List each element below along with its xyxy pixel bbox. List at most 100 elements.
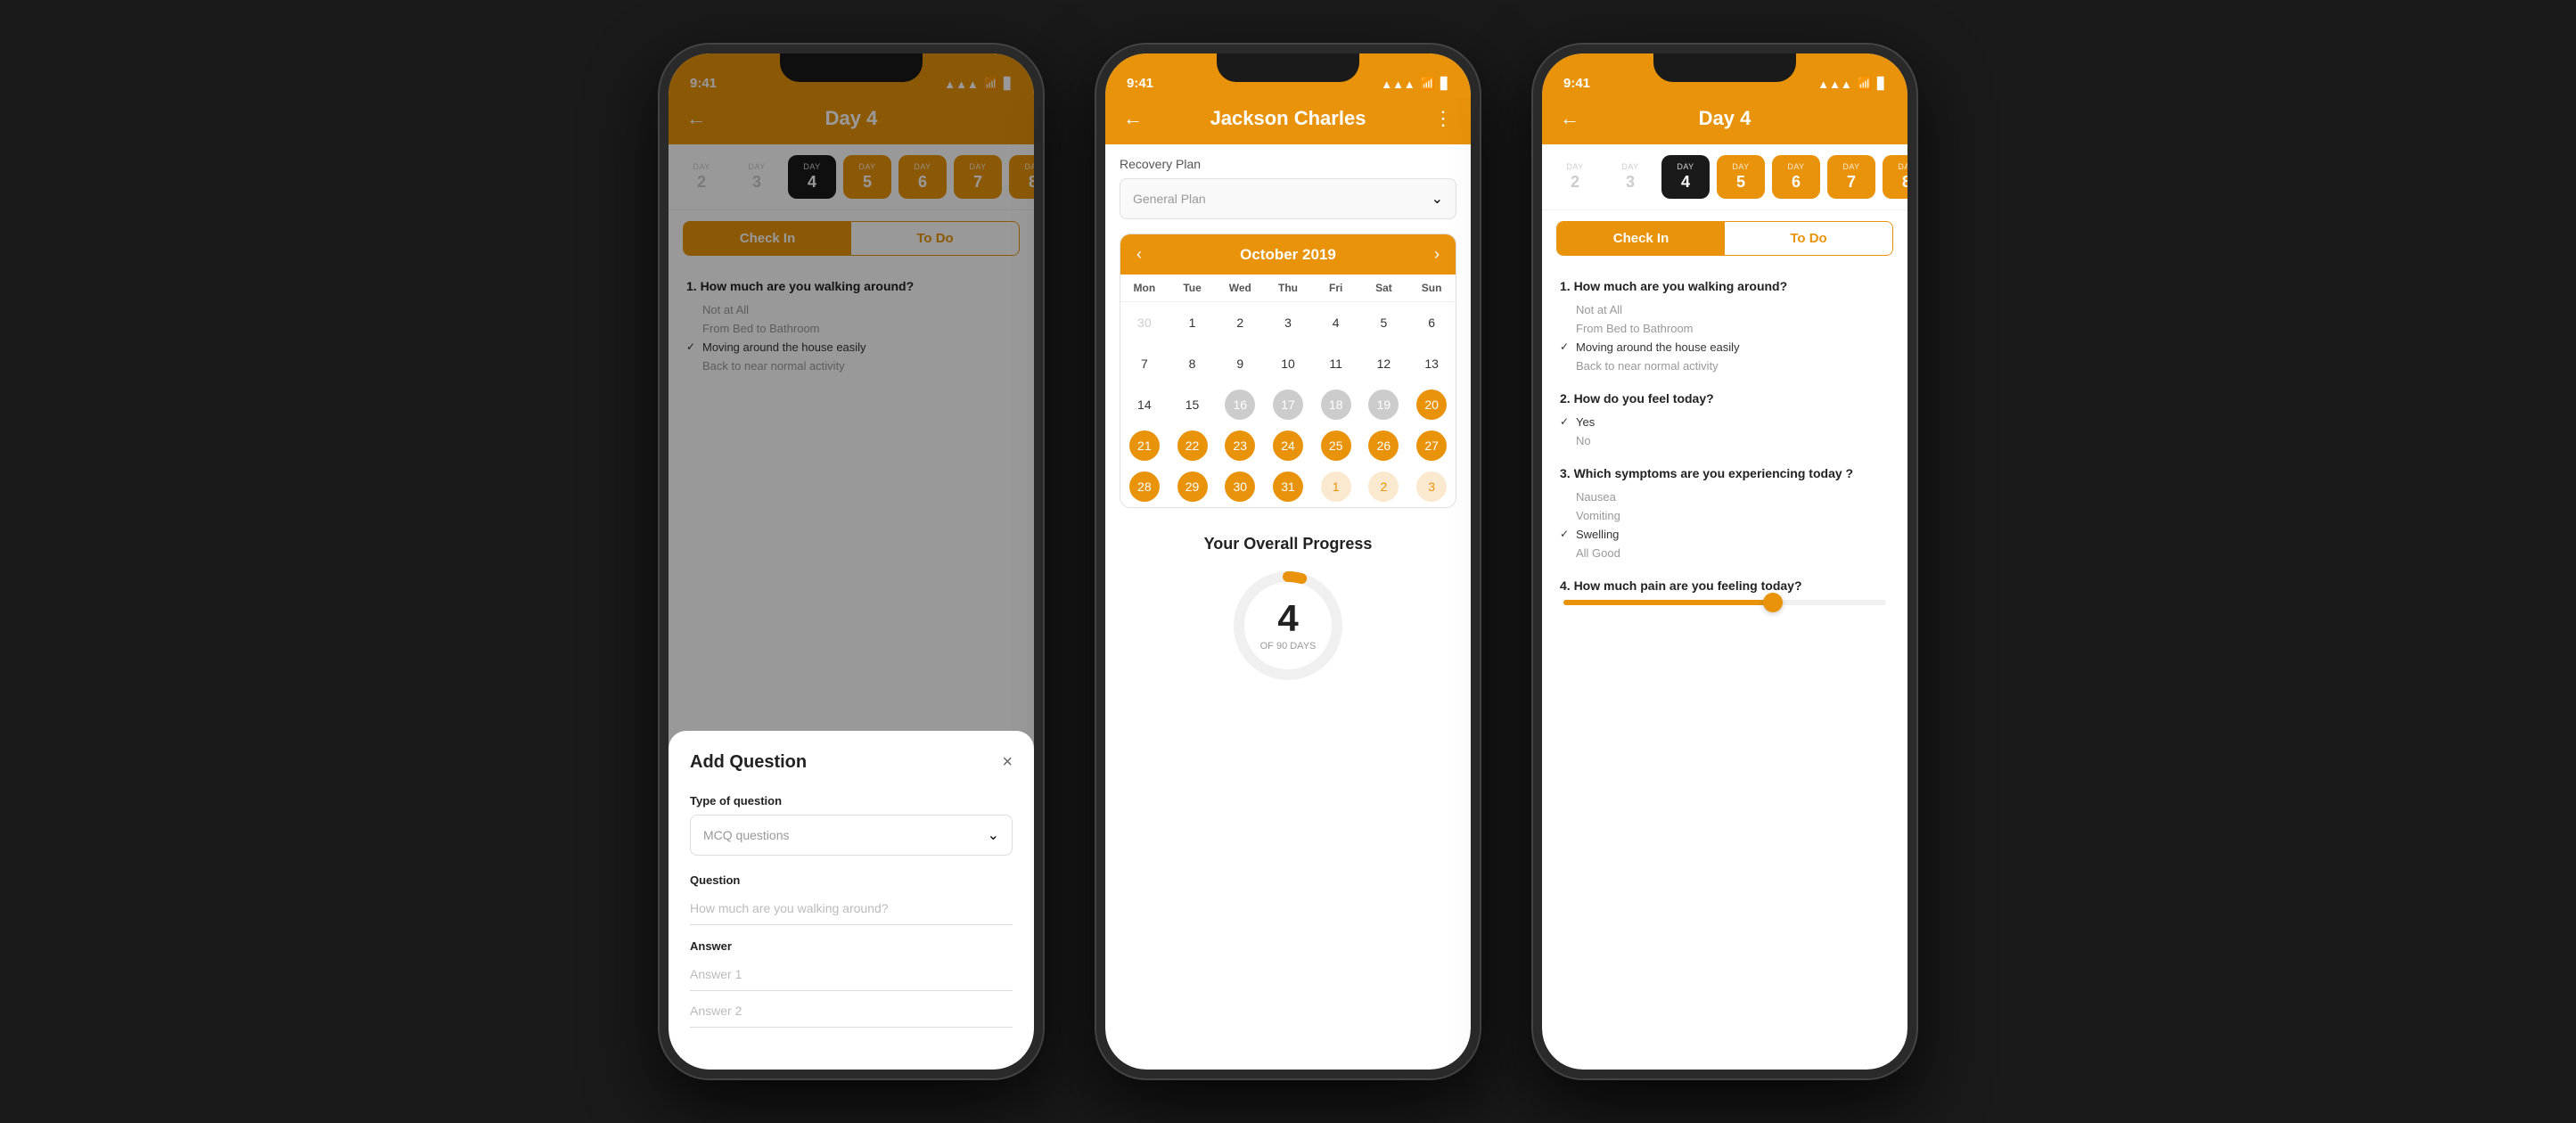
day-name-wed: Wed <box>1216 275 1264 301</box>
header-right: ← Day 4 <box>1542 98 1907 144</box>
cal-cell-15[interactable]: 15 <box>1169 384 1217 425</box>
status-icons-right: ▲▲▲ 📶 ▊ <box>1817 77 1886 91</box>
cal-cell-17[interactable]: 17 <box>1264 384 1312 425</box>
answer-r-2-2[interactable]: No <box>1560 431 1890 450</box>
phone-right: 9:41 ▲▲▲ 📶 ▊ ← Day 4 DAY 2 DAY 3 DAY <box>1533 45 1916 1078</box>
cal-cell-24[interactable]: 24 <box>1264 425 1312 466</box>
day-item-5-right[interactable]: DAY 5 <box>1717 155 1765 199</box>
cal-cell-3-nov[interactable]: 3 <box>1407 466 1456 507</box>
cal-cell-30-sep[interactable]: 30 <box>1120 302 1169 343</box>
question-4-right: 4. How much pain are you feeling today? <box>1560 578 1890 605</box>
answer-r-3-4[interactable]: All Good <box>1560 544 1890 562</box>
back-button-right[interactable]: ← <box>1560 107 1587 130</box>
cal-cell-18[interactable]: 18 <box>1312 384 1360 425</box>
question-text-2-right: 2. How do you feel today? <box>1560 391 1890 406</box>
cal-cell-8[interactable]: 8 <box>1169 343 1217 384</box>
pain-slider[interactable] <box>1560 600 1890 605</box>
slider-track <box>1563 600 1886 605</box>
answer1-input[interactable]: Answer 1 <box>690 960 1013 991</box>
cal-cell-13[interactable]: 13 <box>1407 343 1456 384</box>
day-item-4-right[interactable]: DAY 4 <box>1661 155 1710 199</box>
answer-r-1-2[interactable]: From Bed to Bathroom <box>1560 319 1890 338</box>
answer-label: Answer <box>690 939 1013 953</box>
cal-prev-button[interactable]: ‹ <box>1136 245 1142 264</box>
answer-r-1-4[interactable]: Back to near normal activity <box>1560 357 1890 375</box>
chevron-down-icon: ⌄ <box>988 826 999 844</box>
calendar-container: Recovery Plan General Plan ⌄ ‹ October 2… <box>1105 144 1471 1070</box>
cal-cell-11[interactable]: 11 <box>1312 343 1360 384</box>
cal-next-button[interactable]: › <box>1434 245 1440 264</box>
day-item-6-right[interactable]: DAY 6 <box>1772 155 1820 199</box>
answer-r-1-3[interactable]: Moving around the house easily <box>1560 338 1890 357</box>
cal-cell-6[interactable]: 6 <box>1407 302 1456 343</box>
cal-cell-5[interactable]: 5 <box>1360 302 1408 343</box>
slider-thumb[interactable] <box>1763 593 1783 612</box>
tab-todo-right[interactable]: To Do <box>1725 222 1892 255</box>
modal-overlay-left: Add Question × Type of question MCQ ques… <box>669 53 1034 1070</box>
progress-ring: 4 OF 90 DAYS <box>1230 568 1346 684</box>
phone-middle: 9:41 ▲▲▲ 📶 ▊ ← Jackson Charles ⋮ Recover… <box>1096 45 1480 1078</box>
page-title-right: Day 4 <box>1587 107 1863 130</box>
cal-cell-20[interactable]: 20 <box>1407 384 1456 425</box>
cal-cell-26[interactable]: 26 <box>1360 425 1408 466</box>
question-input[interactable]: How much are you walking around? <box>690 894 1013 925</box>
answer-r-3-2[interactable]: Vomiting <box>1560 506 1890 525</box>
page-title-middle: Jackson Charles <box>1150 107 1426 130</box>
cal-cell-1-nov[interactable]: 1 <box>1312 466 1360 507</box>
answer-r-3-1[interactable]: Nausea <box>1560 488 1890 506</box>
modal-title: Add Question <box>690 752 807 773</box>
answer-r-3-3[interactable]: Swelling <box>1560 525 1890 544</box>
type-select[interactable]: MCQ questions ⌄ <box>690 815 1013 856</box>
cal-cell-2[interactable]: 2 <box>1216 302 1264 343</box>
cal-cell-28[interactable]: 28 <box>1120 466 1169 507</box>
day-item-8-right[interactable]: DAY 8 <box>1883 155 1907 199</box>
cal-cell-9[interactable]: 9 <box>1216 343 1264 384</box>
question-text-3-right: 3. Which symptoms are you experiencing t… <box>1560 466 1890 480</box>
plan-select[interactable]: General Plan ⌄ <box>1120 178 1456 219</box>
progress-number: 4 <box>1260 600 1317 637</box>
cal-cell-2-nov[interactable]: 2 <box>1360 466 1408 507</box>
cal-cell-10[interactable]: 10 <box>1264 343 1312 384</box>
cal-cell-7[interactable]: 7 <box>1120 343 1169 384</box>
day-item-2-right[interactable]: DAY 2 <box>1551 155 1599 199</box>
cal-cell-3[interactable]: 3 <box>1264 302 1312 343</box>
answer-r-1-1[interactable]: Not at All <box>1560 300 1890 319</box>
status-icons-middle: ▲▲▲ 📶 ▊ <box>1381 77 1449 91</box>
day-item-7-right[interactable]: DAY 7 <box>1827 155 1875 199</box>
battery-icon-right: ▊ <box>1877 77 1886 91</box>
cal-cell-1[interactable]: 1 <box>1169 302 1217 343</box>
cal-cell-12[interactable]: 12 <box>1360 343 1408 384</box>
calendar-month-title: October 2019 <box>1240 246 1336 264</box>
signal-icon-right: ▲▲▲ <box>1817 78 1852 91</box>
cal-cell-4[interactable]: 4 <box>1312 302 1360 343</box>
recovery-plan-label: Recovery Plan <box>1120 157 1456 171</box>
answer2-input[interactable]: Answer 2 <box>690 996 1013 1028</box>
day-name-mon: Mon <box>1120 275 1169 301</box>
modal-close-button[interactable]: × <box>1002 752 1013 773</box>
cal-cell-21[interactable]: 21 <box>1120 425 1169 466</box>
cal-cell-16[interactable]: 16 <box>1216 384 1264 425</box>
cal-cell-31[interactable]: 31 <box>1264 466 1312 507</box>
cal-cell-22[interactable]: 22 <box>1169 425 1217 466</box>
question-section: Question How much are you walking around… <box>690 873 1013 925</box>
modal-header: Add Question × <box>690 752 1013 773</box>
question-3-right: 3. Which symptoms are you experiencing t… <box>1560 466 1890 562</box>
answer-section: Answer Answer 1 Answer 2 <box>690 939 1013 1028</box>
cal-cell-30[interactable]: 30 <box>1216 466 1264 507</box>
cal-cell-25[interactable]: 25 <box>1312 425 1360 466</box>
cal-cell-29[interactable]: 29 <box>1169 466 1217 507</box>
back-button-middle[interactable]: ← <box>1123 107 1150 130</box>
answer-r-2-1[interactable]: Yes <box>1560 413 1890 431</box>
cal-cell-23[interactable]: 23 <box>1216 425 1264 466</box>
day-item-3-right[interactable]: DAY 3 <box>1606 155 1654 199</box>
cal-cell-19[interactable]: 19 <box>1360 384 1408 425</box>
question-text-4-right: 4. How much pain are you feeling today? <box>1560 578 1890 593</box>
cal-cell-27[interactable]: 27 <box>1407 425 1456 466</box>
cal-cell-14[interactable]: 14 <box>1120 384 1169 425</box>
more-options-button[interactable]: ⋮ <box>1426 107 1453 130</box>
status-time-middle: 9:41 <box>1127 76 1153 91</box>
tab-checkin-right[interactable]: Check In <box>1557 222 1725 255</box>
signal-icon-middle: ▲▲▲ <box>1381 78 1415 91</box>
day-selector-right: DAY 2 DAY 3 DAY 4 DAY 5 DAY 6 DAY 7 <box>1542 144 1907 210</box>
calendar-grid: 30 1 2 3 4 5 6 7 8 9 10 11 12 13 14 <box>1120 302 1456 507</box>
